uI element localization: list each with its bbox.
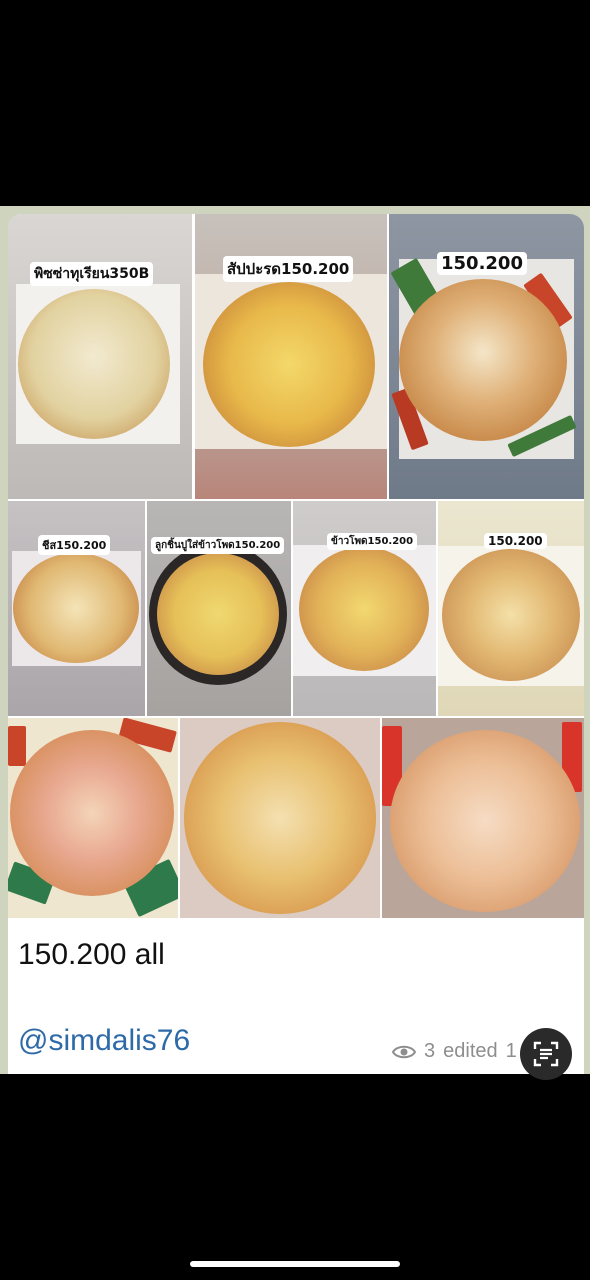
pizza-image <box>18 289 170 439</box>
message-meta: 3 edited 1 <box>392 1040 517 1063</box>
text-scan-icon <box>533 1041 559 1067</box>
photo-shrimp-corn-pizza[interactable] <box>180 718 380 918</box>
photo-caption: พิซซ่าทุเรียน350B <box>30 262 154 286</box>
pizza-image <box>157 553 279 675</box>
photo-sausage-pizza[interactable]: 150.200 <box>389 214 584 499</box>
screen: พิซซ่าทุเรียน350B สัปปะรด150.200 150.200… <box>0 0 590 1280</box>
pizza-image <box>399 279 567 441</box>
photo-caption: ลูกชิ้นปูใส่ข้าวโพด150.200 <box>151 537 285 554</box>
edited-label: edited <box>443 1040 498 1062</box>
eye-icon <box>392 1045 416 1058</box>
pizza-image <box>10 730 174 896</box>
pizza-image <box>442 549 580 681</box>
photo-corn-pizza[interactable]: ข้าวโพด150.200 <box>293 501 436 716</box>
text-scan-button[interactable] <box>520 1028 572 1080</box>
photo-caption: ข้าวโพด150.200 <box>327 533 418 550</box>
pizza-image <box>184 722 376 914</box>
photo-caption: 150.200 <box>437 252 527 275</box>
photo-shrimp-pizza[interactable] <box>8 718 178 918</box>
message-bubble[interactable]: พิซซ่าทุเรียน350B สัปปะรด150.200 150.200… <box>8 214 584 1074</box>
message-text: 150.200 all <box>18 938 165 971</box>
timestamp: 1 <box>505 1040 517 1062</box>
dip-stick <box>8 726 26 766</box>
author-handle-link[interactable]: @simdalis76 <box>18 1024 190 1058</box>
photo-caption: สัปปะรด150.200 <box>223 256 354 282</box>
photo-veggie-pizza[interactable]: 150.200 <box>438 501 584 716</box>
photo-meatball-corn-pizza[interactable]: ลูกชิ้นปูใส่ข้าวโพด150.200 <box>147 501 291 716</box>
pizza-image <box>390 730 580 912</box>
pizza-image <box>299 547 429 671</box>
photo-crab-shrimp-pizza[interactable] <box>382 718 584 918</box>
home-indicator[interactable] <box>190 1261 400 1267</box>
photo-caption: 150.200 <box>484 533 547 549</box>
photo-cheese-pizza[interactable]: ชีส150.200 <box>8 501 145 716</box>
photo-durian-pizza[interactable]: พิซซ่าทุเรียน350B <box>8 214 192 499</box>
pizza-image <box>203 282 375 447</box>
view-count: 3 <box>424 1040 436 1062</box>
photo-caption: ชีส150.200 <box>38 535 111 555</box>
photo-pineapple-pizza[interactable]: สัปปะรด150.200 <box>195 214 387 499</box>
pizza-image <box>13 553 139 663</box>
